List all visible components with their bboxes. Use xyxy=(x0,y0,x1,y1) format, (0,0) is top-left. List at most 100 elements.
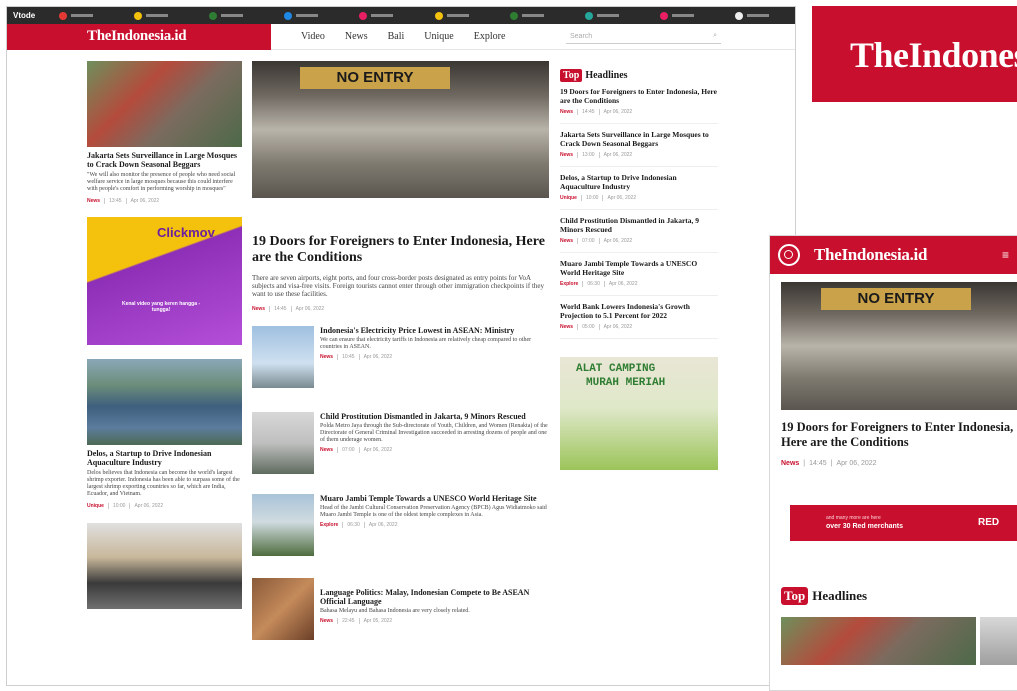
category-tag[interactable]: Explore xyxy=(560,281,578,287)
headline-thumbnail[interactable] xyxy=(979,617,1017,665)
story-row[interactable]: Child Prostitution Dismantled in Jakarta… xyxy=(252,412,549,474)
network-site-link[interactable] xyxy=(284,11,319,20)
site-icon xyxy=(134,11,143,20)
story-title[interactable]: Indonesia's Electricity Price Lowest in … xyxy=(320,326,549,335)
network-site-link[interactable] xyxy=(359,11,394,20)
story-title[interactable]: Muaro Jambi Temple Towards a UNESCO Worl… xyxy=(320,494,549,503)
nav-news[interactable]: News xyxy=(345,31,368,42)
site-icon xyxy=(659,11,668,20)
network-brand[interactable]: Vtode xyxy=(13,11,59,20)
search-icon[interactable]: ⌕ xyxy=(713,32,717,40)
headline-item[interactable]: Muaro Jambi Temple Towards a UNESCO Worl… xyxy=(560,253,718,296)
story-thumbnail[interactable] xyxy=(252,412,314,474)
network-site-link[interactable] xyxy=(134,11,169,20)
article-time: 10:00 xyxy=(585,195,599,201)
story-row[interactable]: Muaro Jambi Temple Towards a UNESCO Worl… xyxy=(252,494,549,556)
story-title[interactable]: Language Politics: Malay, Indonesian Com… xyxy=(320,588,549,606)
site-icon xyxy=(59,11,67,20)
red-banner-ad[interactable]: and many more are here over 30 Red merch… xyxy=(790,505,1017,541)
headline-title[interactable]: 19 Doors for Foreigners to Enter Indones… xyxy=(560,87,718,105)
category-tag[interactable]: News xyxy=(320,354,333,360)
headline-title[interactable]: Child Prostitution Dismantled in Jakarta… xyxy=(560,216,718,234)
story-row[interactable]: Indonesia's Electricity Price Lowest in … xyxy=(252,326,549,388)
search-input[interactable]: Search ⌕ xyxy=(566,30,721,44)
headline-item[interactable]: 19 Doors for Foreigners to Enter Indones… xyxy=(560,82,718,124)
article-image[interactable] xyxy=(87,359,242,445)
headline-title[interactable]: Delos, a Startup to Drive Indonesian Aqu… xyxy=(560,173,718,191)
network-site-link[interactable] xyxy=(434,11,469,20)
site-icon xyxy=(359,11,368,20)
category-tag[interactable]: News xyxy=(560,324,573,330)
headline-title[interactable]: Muaro Jambi Temple Towards a UNESCO Worl… xyxy=(560,259,718,277)
camping-ad[interactable]: ALAT CAMPING MURAH MERIAH xyxy=(560,357,718,470)
category-tag[interactable]: News xyxy=(252,306,265,312)
article-image[interactable] xyxy=(87,523,242,609)
nav-unique[interactable]: Unique xyxy=(424,31,453,42)
article-title[interactable]: Delos, a Startup to Drive Indonesian Aqu… xyxy=(87,449,242,467)
featured-image[interactable]: NO ENTRY xyxy=(252,61,549,198)
headline-item[interactable]: Delos, a Startup to Drive Indonesian Aqu… xyxy=(560,167,718,210)
article-date: Apr 06, 2022 xyxy=(836,460,877,467)
category-tag[interactable]: News xyxy=(320,447,333,453)
headline-item[interactable]: Child Prostitution Dismantled in Jakarta… xyxy=(560,210,718,253)
story-row[interactable]: Language Politics: Malay, Indonesian Com… xyxy=(252,578,549,640)
headline-title[interactable]: World Bank Lowers Indonesia's Growth Pro… xyxy=(560,302,718,320)
meta-divider xyxy=(580,195,582,201)
nav-explore[interactable]: Explore xyxy=(474,31,506,42)
network-site-link[interactable] xyxy=(59,11,93,20)
category-tag[interactable]: Unique xyxy=(87,503,104,509)
headline-thumbnails xyxy=(781,617,1017,665)
article-time: 22:45 xyxy=(342,618,355,624)
clickmov-ad[interactable]: Clickmov Kenal video yang keren hangga -… xyxy=(87,217,242,345)
search-icon[interactable] xyxy=(778,244,800,266)
featured-title[interactable]: 19 Doors for Foreigners to Enter Indones… xyxy=(781,420,1016,450)
network-site-link[interactable] xyxy=(209,11,244,20)
hamburger-icon[interactable]: ≡ xyxy=(1002,248,1009,262)
headline-title[interactable]: Jakarta Sets Surveillance in Large Mosqu… xyxy=(560,130,718,148)
article-date: Apr 06, 2022 xyxy=(363,447,393,453)
network-site-link[interactable] xyxy=(509,11,544,20)
network-site-link[interactable] xyxy=(734,11,769,20)
site-logo[interactable]: TheIndonesia.id xyxy=(7,23,271,50)
category-tag[interactable]: News xyxy=(560,152,573,158)
featured-title[interactable]: 19 Doors for Foreigners to Enter Indones… xyxy=(252,234,549,266)
site-icon xyxy=(209,11,218,20)
story-thumbnail[interactable] xyxy=(252,578,314,640)
category-tag[interactable]: News xyxy=(87,198,100,204)
story-thumbnail[interactable] xyxy=(252,494,314,556)
article-time: 05:00 xyxy=(582,324,595,330)
article-time: 10:45 xyxy=(342,354,355,360)
category-tag[interactable]: News xyxy=(781,460,799,467)
mobile-header: TheIndonesia.id ≡ xyxy=(770,236,1017,274)
meta-divider xyxy=(337,447,339,453)
story-title[interactable]: Child Prostitution Dismantled in Jakarta… xyxy=(320,412,549,421)
category-tag[interactable]: News xyxy=(320,618,333,624)
mobile-logo[interactable]: TheIndonesia.id xyxy=(814,245,927,265)
meta-divider xyxy=(125,198,127,204)
top-badge: Top xyxy=(781,587,809,605)
network-site-link[interactable] xyxy=(584,11,619,20)
top-headlines-heading: Top Headlines xyxy=(560,69,718,82)
mobile-mockup: TheIndonesia.id ≡ NO ENTRY 19 Doors for … xyxy=(769,235,1017,691)
headline-item[interactable]: Jakarta Sets Surveillance in Large Mosqu… xyxy=(560,124,718,167)
article-date: Apr 06, 2022 xyxy=(603,324,633,330)
article-image[interactable] xyxy=(87,61,242,147)
story-thumbnail[interactable] xyxy=(252,326,314,388)
network-bar: Vtode xyxy=(7,7,795,24)
meta-divider xyxy=(598,109,600,115)
meta-divider xyxy=(577,238,579,244)
article-card[interactable]: Jakarta Sets Surveillance in Large Mosqu… xyxy=(87,61,242,204)
category-tag[interactable]: Explore xyxy=(320,522,338,528)
featured-article[interactable]: NO ENTRY 19 Doors for Foreigners to Ente… xyxy=(252,61,549,312)
category-tag[interactable]: News xyxy=(560,109,573,115)
featured-image[interactable]: NO ENTRY xyxy=(781,282,1017,410)
category-tag[interactable]: News xyxy=(560,238,573,244)
nav-bali[interactable]: Bali xyxy=(388,31,405,42)
category-tag[interactable]: Unique xyxy=(560,195,577,201)
nav-video[interactable]: Video xyxy=(301,31,325,42)
article-card[interactable]: Delos, a Startup to Drive Indonesian Aqu… xyxy=(87,359,242,509)
headline-item[interactable]: World Bank Lowers Indonesia's Growth Pro… xyxy=(560,296,718,339)
article-title[interactable]: Jakarta Sets Surveillance in Large Mosqu… xyxy=(87,151,242,169)
network-site-link[interactable] xyxy=(659,11,694,20)
headline-thumbnail[interactable] xyxy=(781,617,976,665)
